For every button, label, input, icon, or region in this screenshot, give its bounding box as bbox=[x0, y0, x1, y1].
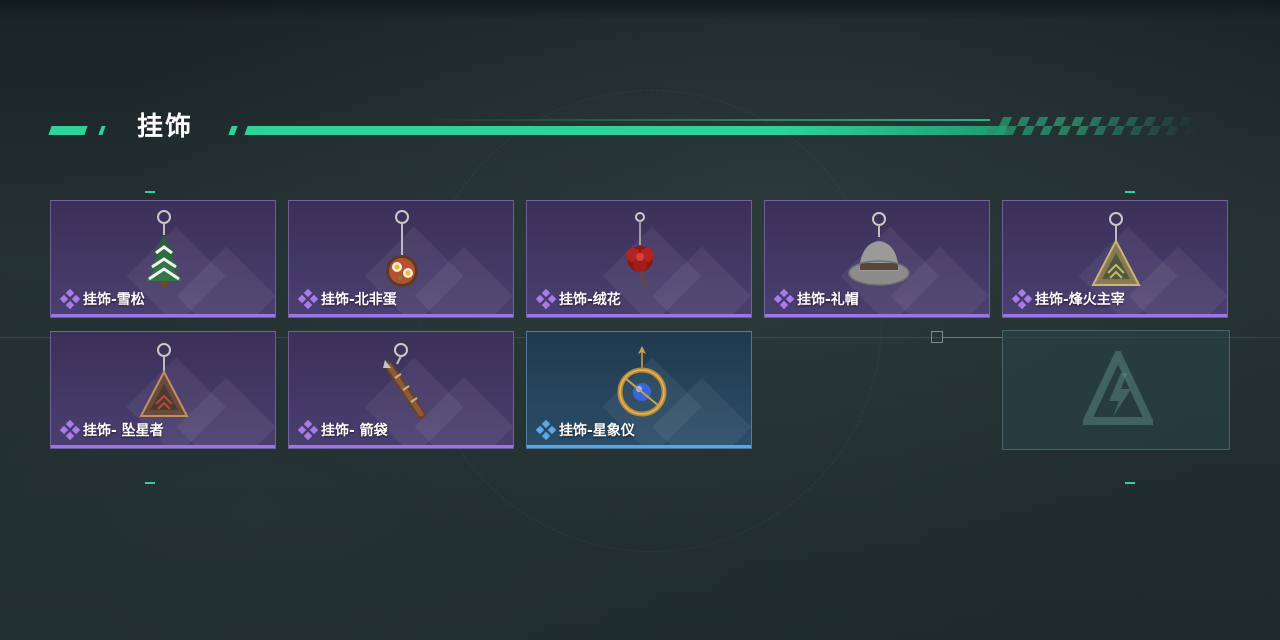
corner-tick bbox=[145, 191, 155, 193]
charm-card[interactable]: 挂饰-烽火主宰 bbox=[1002, 200, 1228, 318]
rarity-diamond-icon bbox=[535, 288, 557, 310]
card-label-row: 挂饰- 箭袋 bbox=[297, 419, 388, 441]
rarity-bar bbox=[527, 445, 751, 448]
rarity-diamond-icon bbox=[59, 288, 81, 310]
charm-name: 挂饰-礼帽 bbox=[797, 292, 859, 308]
triangle-emblem-charm-icon bbox=[1081, 207, 1151, 291]
rarity-diamond-icon bbox=[297, 419, 319, 441]
charm-name: 挂饰-雪松 bbox=[83, 292, 145, 308]
header-accent-dash bbox=[48, 126, 88, 135]
star-faller-triangle-charm-icon bbox=[129, 338, 199, 422]
card-label-row: 挂饰-礼帽 bbox=[773, 288, 859, 310]
header-checker-pattern bbox=[985, 117, 1205, 135]
rarity-bar bbox=[51, 445, 275, 448]
rarity-bar bbox=[1003, 314, 1227, 317]
header-bar-thin bbox=[420, 119, 990, 121]
card-label-row: 挂饰-北非蛋 bbox=[297, 288, 397, 310]
rarity-bar bbox=[527, 314, 751, 317]
rarity-diamond-icon bbox=[1011, 288, 1033, 310]
screen: 挂饰 挂饰-雪松 挂饰-北非蛋 挂饰-绒花 挂饰-礼帽 挂饰-烽火主宰 挂饰- … bbox=[0, 0, 1280, 640]
rarity-diamond-icon bbox=[59, 419, 81, 441]
charm-card[interactable]: 挂饰-星象仪 bbox=[526, 331, 752, 449]
connector-line bbox=[943, 337, 1002, 338]
header-accent-dash-small bbox=[98, 126, 106, 135]
card-label-row: 挂饰-星象仪 bbox=[535, 419, 635, 441]
fedora-hat-charm-icon bbox=[843, 207, 913, 291]
snow-tree-charm-icon bbox=[129, 207, 199, 291]
charm-card[interactable]: 挂饰-礼帽 bbox=[764, 200, 990, 318]
rarity-diamond-icon bbox=[773, 288, 795, 310]
corner-tick bbox=[1125, 482, 1135, 484]
background-circle bbox=[420, 90, 882, 552]
rarity-bar bbox=[289, 314, 513, 317]
header-bar bbox=[244, 126, 1008, 135]
charm-card[interactable]: 挂饰-北非蛋 bbox=[288, 200, 514, 318]
section-title: 挂饰 bbox=[137, 112, 194, 142]
rarity-bar bbox=[765, 314, 989, 317]
rarity-diamond-icon bbox=[535, 419, 557, 441]
rarity-bar bbox=[289, 445, 513, 448]
charm-name: 挂饰-烽火主宰 bbox=[1035, 292, 1125, 308]
charm-name: 挂饰-绒花 bbox=[559, 292, 621, 308]
header-bar-lead bbox=[228, 126, 238, 135]
shakshuka-charm-icon bbox=[367, 207, 437, 291]
corner-tick bbox=[145, 482, 155, 484]
charm-card[interactable]: 挂饰-绒花 bbox=[526, 200, 752, 318]
charm-card[interactable]: 挂饰-雪松 bbox=[50, 200, 276, 318]
charm-name: 挂饰- 坠星者 bbox=[83, 423, 164, 439]
charm-name: 挂饰- 箭袋 bbox=[321, 423, 388, 439]
astrolabe-charm-icon bbox=[605, 338, 675, 422]
charm-name: 挂饰-星象仪 bbox=[559, 423, 635, 439]
top-strip bbox=[0, 0, 1280, 20]
corner-tick bbox=[1125, 191, 1135, 193]
card-label-row: 挂饰-烽火主宰 bbox=[1011, 288, 1125, 310]
charm-name: 挂饰-北非蛋 bbox=[321, 292, 397, 308]
empty-slot[interactable] bbox=[1002, 330, 1230, 450]
card-label-row: 挂饰-绒花 bbox=[535, 288, 621, 310]
connector-square bbox=[931, 331, 943, 343]
quiver-charm-icon bbox=[367, 338, 437, 422]
card-label-row: 挂饰-雪松 bbox=[59, 288, 145, 310]
charm-card[interactable]: 挂饰- 坠星者 bbox=[50, 331, 276, 449]
charm-card[interactable]: 挂饰- 箭袋 bbox=[288, 331, 514, 449]
red-flower-charm-icon bbox=[605, 207, 675, 291]
card-label-row: 挂饰- 坠星者 bbox=[59, 419, 164, 441]
game-logo-placeholder-icon bbox=[1080, 345, 1156, 427]
rarity-bar bbox=[51, 314, 275, 317]
rarity-diamond-icon bbox=[297, 288, 319, 310]
